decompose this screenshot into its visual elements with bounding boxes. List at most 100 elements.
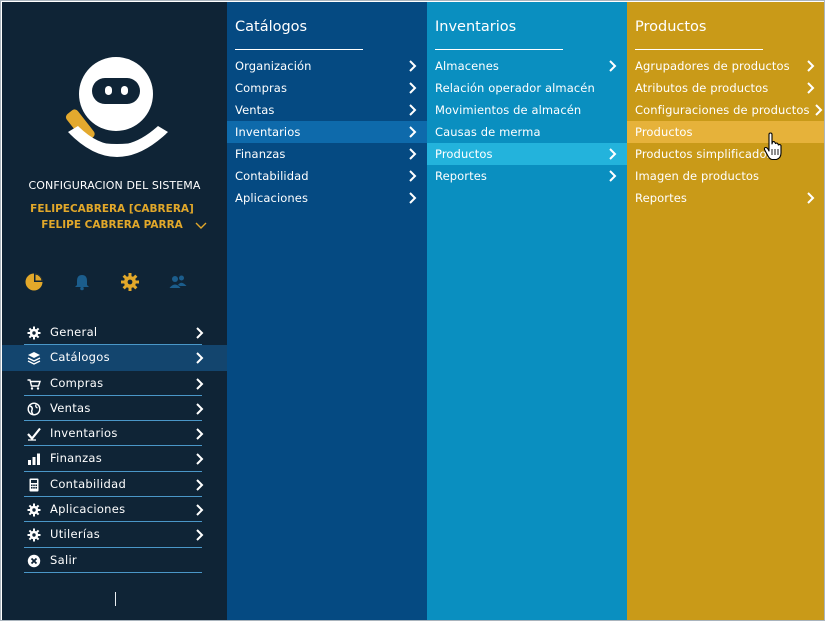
- panel-inventarios: Inventarios Almacenes Relación operador …: [427, 2, 627, 620]
- menu-item-productos[interactable]: Productos: [427, 143, 627, 165]
- menu-item-label: Agrupadores de productos: [635, 59, 790, 73]
- menu-item-label: Reportes: [635, 191, 687, 205]
- text-cursor: [115, 592, 116, 606]
- chevron-right-icon: [409, 192, 417, 204]
- chevron-right-icon: [196, 504, 204, 516]
- menu-item-ventas[interactable]: Ventas: [227, 99, 427, 121]
- menu-item-finanzas[interactable]: Finanzas: [227, 143, 427, 165]
- chevron-right-icon: [815, 104, 823, 116]
- sidebar-item-salir[interactable]: Salir: [2, 548, 227, 573]
- divider: [635, 49, 763, 50]
- cart-icon: [27, 378, 41, 390]
- menu-item-label: Contabilidad: [235, 169, 309, 183]
- chevron-right-icon: [609, 60, 617, 72]
- menu-item-label: Movimientos de almacén: [435, 103, 582, 117]
- panel-title: Inventarios: [435, 19, 517, 35]
- menu-item-movimientos-de-almacen[interactable]: Movimientos de almacén: [427, 99, 627, 121]
- menu-item-label: Causas de merma: [435, 125, 541, 139]
- chevron-right-icon: [409, 126, 417, 138]
- sidebar-item-ventas[interactable]: Ventas: [2, 396, 227, 422]
- chevron-right-icon: [196, 529, 204, 542]
- layers-icon: [27, 352, 41, 366]
- chevron-right-icon: [807, 60, 815, 72]
- panel-productos: Productos Agrupadores de productos Atrib…: [627, 2, 824, 620]
- menu-item-label: Relación operador almacén: [435, 81, 595, 95]
- menu-item-inventarios[interactable]: Inventarios: [227, 121, 427, 143]
- menu-item-productos-simplificados[interactable]: Productos simplificados: [627, 143, 824, 165]
- divider: [235, 49, 363, 50]
- bar-chart-icon: [28, 453, 40, 466]
- menu-item-label: Reportes: [435, 169, 487, 183]
- chevron-right-icon: [807, 82, 815, 94]
- chevron-right-icon: [609, 148, 617, 160]
- menu-item-aplicaciones[interactable]: Aplicaciones: [227, 187, 427, 209]
- chevron-right-icon: [409, 170, 417, 182]
- hand-pointer-cursor-icon: [763, 132, 782, 161]
- sidebar-item-compras[interactable]: Compras: [2, 371, 227, 396]
- menu-item-imagen-de-productos[interactable]: Imagen de productos: [627, 165, 824, 187]
- menu-item-label: Productos: [435, 147, 493, 161]
- chevron-right-icon: [196, 479, 204, 491]
- menu-item-agrupadores-de-productos[interactable]: Agrupadores de productos: [627, 55, 824, 77]
- sidebar-item-label: Finanzas: [50, 451, 103, 466]
- chevron-right-icon: [196, 377, 204, 390]
- chevron-right-icon: [409, 60, 417, 72]
- chevron-right-icon: [196, 428, 204, 440]
- gear-icon: [27, 326, 41, 340]
- menu-item-compras[interactable]: Compras: [227, 77, 427, 99]
- menu-item-label: Productos: [635, 125, 693, 139]
- sidebar-item-catalogos[interactable]: Catálogos: [2, 345, 227, 371]
- panel-menu: Almacenes Relación operador almacén Movi…: [427, 55, 627, 187]
- dashboard-pie-icon[interactable]: [24, 272, 44, 292]
- chevron-right-icon: [409, 82, 417, 94]
- sidebar-item-label: Inventarios: [50, 426, 118, 441]
- sidebar-item-general[interactable]: General: [2, 320, 227, 346]
- menu-item-contabilidad[interactable]: Contabilidad: [227, 165, 427, 187]
- divider: [435, 49, 563, 50]
- system-title: CONFIGURACION DEL SISTEMA: [28, 179, 201, 192]
- menu-item-label: Ventas: [235, 103, 275, 117]
- users-icon[interactable]: [168, 272, 188, 292]
- chevron-right-icon: [196, 327, 204, 339]
- sidebar-item-inventarios[interactable]: Inventarios: [2, 421, 227, 447]
- chevron-right-icon: [609, 170, 617, 182]
- menu-item-productos[interactable]: Productos: [627, 121, 824, 143]
- close-circle-icon: [27, 554, 41, 567]
- calculator-icon: [29, 478, 39, 492]
- chevron-right-icon: [196, 453, 204, 466]
- menu-item-label: Inventarios: [235, 125, 301, 139]
- gear-icon: [27, 503, 41, 517]
- globe-icon: [27, 402, 41, 416]
- sidebar-item-label: General: [50, 325, 98, 339]
- sidebar-item-label: Salir: [50, 552, 77, 567]
- sidebar-item-finanzas[interactable]: Finanzas: [2, 446, 227, 472]
- panel-menu: Agrupadores de productos Atributos de pr…: [627, 55, 824, 209]
- sidebar-item-label: Contabilidad: [50, 476, 127, 491]
- bell-icon[interactable]: [72, 272, 92, 292]
- user-full-name[interactable]: FELIPE CABRERA PARRA: [2, 219, 222, 231]
- menu-item-causas-de-merma[interactable]: Causas de merma: [427, 121, 627, 143]
- chevron-down-icon[interactable]: [195, 221, 207, 231]
- sidebar-item-aplicaciones[interactable]: Aplicaciones: [2, 497, 227, 523]
- menu-item-reportes[interactable]: Reportes: [627, 187, 824, 209]
- gear-icon[interactable]: [120, 272, 140, 292]
- sidebar-item-contabilidad[interactable]: Contabilidad: [2, 472, 227, 498]
- menu-item-configuraciones-de-productos[interactable]: Configuraciones de productos: [627, 99, 824, 121]
- menu-item-label: Productos simplificados: [635, 147, 773, 161]
- chevron-right-icon: [807, 192, 815, 204]
- menu-item-label: Configuraciones de productos: [635, 103, 810, 117]
- gear-icon: [27, 528, 41, 542]
- menu-item-almacenes[interactable]: Almacenes: [427, 55, 627, 77]
- menu-item-label: Atributos de productos: [635, 81, 769, 95]
- menu-item-label: Compras: [235, 81, 288, 95]
- menu-item-label: Finanzas: [235, 147, 286, 161]
- menu-item-reportes[interactable]: Reportes: [427, 165, 627, 187]
- menu-item-relacion-operador-almacen[interactable]: Relación operador almacén: [427, 77, 627, 99]
- sidebar-item-utilerias[interactable]: Utilerías: [2, 522, 227, 548]
- panel-title: Productos: [635, 19, 707, 35]
- menu-item-atributos-de-productos[interactable]: Atributos de productos: [627, 77, 824, 99]
- chevron-right-icon: [409, 104, 417, 116]
- menu-item-label: Aplicaciones: [235, 191, 309, 205]
- user-login-label[interactable]: FELIPECABRERA [CABRERA]: [2, 203, 222, 215]
- menu-item-organizacion[interactable]: Organización: [227, 55, 427, 77]
